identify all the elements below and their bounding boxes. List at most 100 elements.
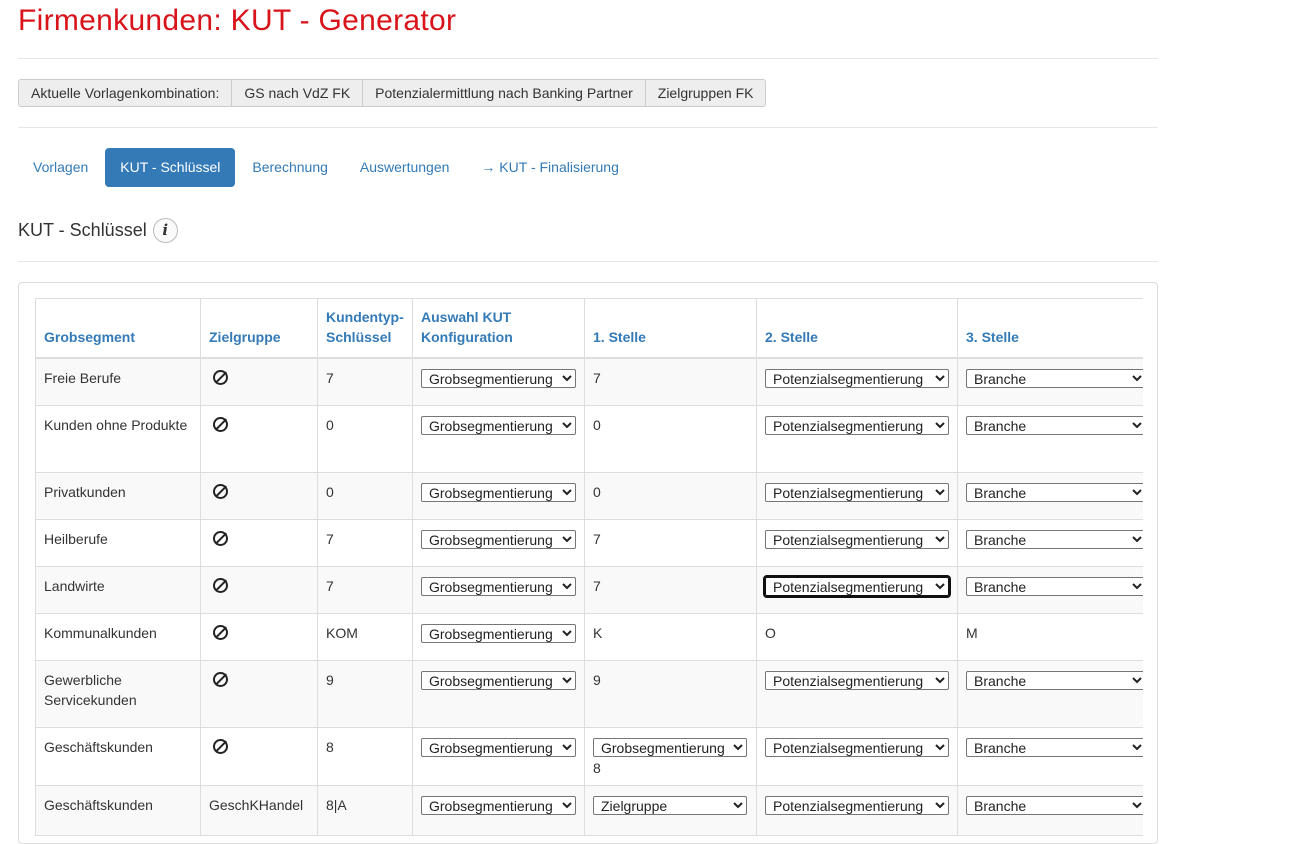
kut-table: Grobsegment Zielgruppe Kundentyp-Schlüss… xyxy=(35,298,1143,836)
header-stelle-1[interactable]: 1. Stelle xyxy=(584,298,757,359)
cell-schluessel: 7 xyxy=(317,357,413,406)
kut-config-select[interactable]: Grobsegmentierung xyxy=(421,623,576,643)
cell-stelle-2: Potenzialsegmentierung xyxy=(756,404,958,473)
cell-zielgruppe: GeschKHandel xyxy=(200,784,318,836)
stelle-2-select[interactable]: Potenzialsegmentierung xyxy=(765,482,949,502)
divider xyxy=(18,261,1158,262)
forbidden-icon xyxy=(213,370,228,385)
cell-schluessel: 8|A xyxy=(317,784,413,836)
tab-auswertungen[interactable]: Auswertungen xyxy=(345,148,465,187)
cell-stelle-1: 7 xyxy=(584,357,757,406)
combination-item-potenzial[interactable]: Potenzialermittlung nach Banking Partner xyxy=(362,79,646,107)
cell-grobsegment: Freie Berufe xyxy=(35,357,201,406)
cell-auswahl: Grobsegmentierung xyxy=(412,565,585,614)
cell-auswahl: Grobsegmentierung xyxy=(412,612,585,661)
kut-config-select[interactable]: Grobsegmentierung xyxy=(421,795,576,815)
cell-auswahl: Grobsegmentierung xyxy=(412,659,585,728)
cell-zielgruppe xyxy=(200,471,318,520)
kut-config-select[interactable]: Grobsegmentierung xyxy=(421,415,576,435)
kut-table-wrapper[interactable]: Grobsegment Zielgruppe Kundentyp-Schlüss… xyxy=(35,298,1143,838)
kut-config-select[interactable]: Grobsegmentierung xyxy=(421,737,576,757)
cell-stelle-1: 7 xyxy=(584,518,757,567)
header-zielgruppe[interactable]: Zielgruppe xyxy=(200,298,318,359)
cell-auswahl: Grobsegmentierung xyxy=(412,518,585,567)
cell-stelle-3: Branche xyxy=(957,784,1143,836)
stelle-2-select[interactable]: Potenzialsegmentierung xyxy=(765,369,949,388)
cell-stelle-2: Potenzialsegmentierung xyxy=(756,471,958,520)
cell-zielgruppe xyxy=(200,404,318,473)
stelle-2-select[interactable]: Potenzialsegmentierung xyxy=(765,670,949,690)
stelle-2-select[interactable]: Potenzialsegmentierung xyxy=(765,529,949,549)
cell-grobsegment: Kommunalkunden xyxy=(35,612,201,661)
cell-zielgruppe xyxy=(200,357,318,406)
kut-config-select[interactable]: Grobsegmentierung xyxy=(421,576,576,596)
cell-stelle-2: O xyxy=(756,612,958,661)
tab-berechnung[interactable]: Berechnung xyxy=(237,148,343,187)
cell-stelle-2: Potenzialsegmentierung xyxy=(756,565,958,614)
header-stelle-2[interactable]: 2. Stelle xyxy=(756,298,958,359)
stelle-1-value: 8 xyxy=(593,759,601,776)
stelle-3-select[interactable]: Branche xyxy=(966,670,1143,690)
kut-config-select[interactable]: Grobsegmentierung xyxy=(421,482,576,502)
cell-zielgruppe xyxy=(200,659,318,728)
cell-stelle-3: Branche xyxy=(957,357,1143,406)
kut-config-select[interactable]: Grobsegmentierung xyxy=(421,670,576,690)
tab-vorlagen[interactable]: Vorlagen xyxy=(18,148,103,187)
cell-auswahl: Grobsegmentierung xyxy=(412,357,585,406)
cell-stelle-3: Branche xyxy=(957,659,1143,728)
stelle-3-select[interactable]: Branche xyxy=(966,369,1143,388)
combination-item-zielgruppen[interactable]: Zielgruppen FK xyxy=(644,79,767,107)
cell-schluessel: 0 xyxy=(317,404,413,473)
stelle-3-select[interactable]: Branche xyxy=(966,482,1143,502)
cell-stelle-1: 0 xyxy=(584,471,757,520)
cell-auswahl: Grobsegmentierung xyxy=(412,404,585,473)
cell-schluessel: 9 xyxy=(317,659,413,728)
stelle-1-select[interactable]: Zielgruppe xyxy=(593,795,747,815)
cell-stelle-1: 7 xyxy=(584,565,757,614)
header-schluessel[interactable]: Kundentyp-Schlüssel xyxy=(317,298,413,359)
forbidden-icon xyxy=(213,738,228,754)
table-row: Freie Berufe 7 Grobsegmentierung 7 Poten… xyxy=(35,357,1143,406)
info-icon[interactable]: i xyxy=(152,218,178,243)
cell-stelle-1: K xyxy=(584,612,757,661)
stelle-3-select[interactable]: Branche xyxy=(966,576,1143,596)
header-stelle-3[interactable]: 3. Stelle xyxy=(957,298,1143,359)
cell-schluessel: 7 xyxy=(317,518,413,567)
stelle-2-select[interactable]: Potenzialsegmentierung xyxy=(763,574,951,598)
cell-stelle-1: 0 xyxy=(584,404,757,473)
stelle-3-select[interactable]: Branche xyxy=(966,795,1143,815)
cell-grobsegment: Kunden ohne Produkte xyxy=(35,404,201,473)
combination-item-gs[interactable]: GS nach VdZ FK xyxy=(231,79,364,107)
stelle-3-select[interactable]: Branche xyxy=(966,529,1143,549)
cell-stelle-2: Potenzialsegmentierung xyxy=(756,357,958,406)
cell-stelle-1: 9 xyxy=(584,659,757,728)
tab-kut-schluessel[interactable]: KUT - Schlüssel xyxy=(105,148,236,187)
cell-zielgruppe xyxy=(200,565,318,614)
table-row: Heilberufe 7 Grobsegmentierung 7 Potenzi… xyxy=(35,518,1143,567)
stelle-2-select[interactable]: Potenzialsegmentierung xyxy=(765,737,949,757)
cell-stelle-3: Branche xyxy=(957,404,1143,473)
divider xyxy=(18,127,1158,128)
header-grobsegment[interactable]: Grobsegment xyxy=(35,298,201,359)
cell-grobsegment: Privatkunden xyxy=(35,471,201,520)
header-auswahl[interactable]: Auswahl KUT Konfiguration xyxy=(412,298,585,359)
stelle-3-select[interactable]: Branche xyxy=(966,415,1143,435)
tab-kut-finalisierung[interactable]: → KUT - Finalisierung xyxy=(466,148,633,187)
stelle-2-select[interactable]: Potenzialsegmentierung xyxy=(765,795,949,815)
cell-auswahl: Grobsegmentierung xyxy=(412,471,585,520)
stelle-1-select[interactable]: Grobsegmentierung xyxy=(593,737,747,757)
stelle-3-select[interactable]: Branche xyxy=(966,737,1143,757)
cell-grobsegment: Gewerbliche Servicekunden xyxy=(35,659,201,728)
page-title: Firmenkunden: KUT - Generator xyxy=(18,4,457,37)
cell-stelle-3: Branche xyxy=(957,726,1143,786)
kut-config-select[interactable]: Grobsegmentierung xyxy=(421,369,576,388)
stelle-2-select[interactable]: Potenzialsegmentierung xyxy=(765,415,949,435)
table-row: Kommunalkunden KOM Grobsegmentierung K O… xyxy=(35,612,1143,661)
divider xyxy=(18,58,1158,59)
combination-label: Aktuelle Vorlagenkombination: xyxy=(18,79,233,107)
table-row: Landwirte 7 Grobsegmentierung 7 Potenzia… xyxy=(35,565,1143,614)
kut-config-select[interactable]: Grobsegmentierung xyxy=(421,529,576,549)
cell-auswahl: Grobsegmentierung xyxy=(412,784,585,836)
cell-grobsegment: Landwirte xyxy=(35,565,201,614)
table-row: Geschäftskunden 8 Grobsegmentierung Grob… xyxy=(35,726,1143,786)
